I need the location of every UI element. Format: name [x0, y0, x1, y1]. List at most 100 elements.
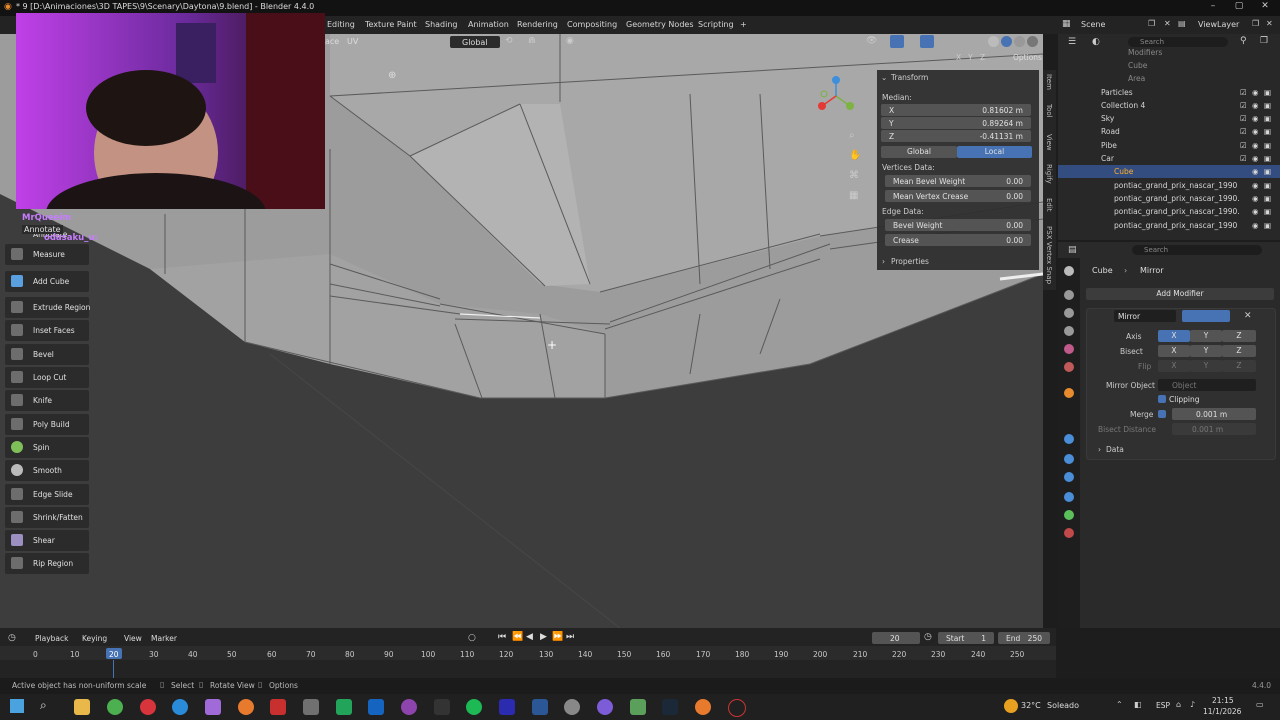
app-icon[interactable]	[401, 699, 417, 715]
tab-view[interactable]: View	[1045, 134, 1053, 151]
tab-rigify[interactable]: Rigify	[1045, 164, 1053, 184]
tab-geometry-nodes[interactable]: Geometry Nodes	[626, 20, 693, 29]
render-tab-icon[interactable]	[1064, 290, 1074, 300]
eye-icon[interactable]: ◉	[1252, 167, 1259, 176]
bisect-x-toggle[interactable]: X	[1158, 345, 1190, 357]
delete-scene-icon[interactable]: ✕	[1164, 19, 1171, 28]
eye-icon[interactable]: ◉	[1252, 221, 1259, 230]
app-icon[interactable]	[205, 699, 221, 715]
visibility-checkbox-icon[interactable]: ☑	[1240, 114, 1247, 123]
word-icon[interactable]	[532, 699, 548, 715]
tab-compositing[interactable]: Compositing	[567, 20, 617, 29]
tab-scripting[interactable]: Scripting	[698, 20, 734, 29]
photos-icon[interactable]	[303, 699, 319, 715]
outliner-row-selected[interactable]: Cube ◉ ▣	[1058, 165, 1280, 178]
prev-keyframe-icon[interactable]: ⏪	[512, 632, 523, 642]
steam-icon[interactable]	[662, 699, 678, 715]
temperature[interactable]: 32°C	[1021, 701, 1041, 710]
tool-add-cube[interactable]: Add Cube	[5, 271, 89, 292]
next-keyframe-icon[interactable]: ⏩	[552, 632, 563, 642]
modifier-close-icon[interactable]: ✕	[1244, 311, 1252, 321]
camera-icon[interactable]: ▣	[1264, 181, 1271, 190]
3d-cursor-icon[interactable]: ⊕	[388, 70, 396, 81]
transform-orientation-dropdown[interactable]: Global	[450, 36, 500, 48]
merge-checkbox[interactable]	[1158, 410, 1166, 418]
properties-search[interactable]: Search	[1132, 245, 1262, 255]
tab-shading[interactable]: Shading	[425, 20, 458, 29]
vegas-icon[interactable]	[368, 699, 384, 715]
tool-shrink-fatten[interactable]: Shrink/Fatten	[5, 507, 89, 528]
expand-icon[interactable]: ›	[882, 257, 885, 266]
bisect-y-toggle[interactable]: Y	[1190, 345, 1222, 357]
axis-x-toggle[interactable]: X	[1158, 330, 1190, 342]
transform-header[interactable]: Transform	[891, 73, 928, 82]
close-button[interactable]: ✕	[1252, 1, 1278, 15]
properties-editor-icon[interactable]: ▤	[1068, 245, 1077, 255]
outliner-row[interactable]: Area	[1058, 72, 1280, 85]
tray-arrow-icon[interactable]: ⌃	[1116, 700, 1123, 709]
new-collection-icon[interactable]: ❐	[1260, 36, 1268, 46]
marker-menu[interactable]: Marker	[151, 634, 177, 643]
visibility-icon[interactable]: 👁	[866, 36, 877, 46]
outliner-row[interactable]: pontiac_grand_prix_nascar_1990 ◉ ▣	[1058, 179, 1280, 192]
rendered-shading-button[interactable]	[1027, 36, 1038, 47]
tab-editing[interactable]: Editing	[327, 20, 355, 29]
play-reverse-icon[interactable]: ◀	[526, 632, 533, 642]
windows-start-icon[interactable]	[10, 699, 24, 713]
app-icon[interactable]	[630, 699, 646, 715]
outliner-row[interactable]: pontiac_grand_prix_nascar_1990 ◉ ▣	[1058, 219, 1280, 232]
tab-rendering[interactable]: Rendering	[517, 20, 558, 29]
maximize-button[interactable]: ▢	[1226, 1, 1252, 15]
tool-rip-region[interactable]: Rip Region	[5, 553, 89, 574]
edge-icon[interactable]	[172, 699, 188, 715]
crease-field[interactable]: Crease 0.00	[885, 234, 1031, 246]
add-workspace-button[interactable]: +	[740, 20, 747, 29]
network-icon[interactable]: ⌂	[1176, 700, 1181, 709]
keying-menu[interactable]: Keying	[82, 634, 107, 643]
scene-tab-icon[interactable]	[1064, 344, 1074, 354]
material-shading-button[interactable]	[1014, 36, 1025, 47]
flip-y-toggle[interactable]: Y	[1190, 360, 1222, 372]
modifier-tab-icon[interactable]	[1064, 434, 1074, 444]
eye-icon[interactable]: ◉	[1252, 194, 1259, 203]
record-icon[interactable]: ○	[468, 633, 476, 643]
camera-icon[interactable]: ▣	[1264, 154, 1271, 163]
chrome-icon[interactable]	[107, 699, 123, 715]
tab-tool[interactable]: Tool	[1045, 104, 1053, 118]
tool-knife[interactable]: Knife	[5, 390, 89, 411]
bevel-weight-field[interactable]: Bevel Weight 0.00	[885, 219, 1031, 231]
settings-icon[interactable]	[564, 699, 580, 715]
new-scene-icon[interactable]: ❐	[1148, 19, 1155, 28]
clipping-checkbox[interactable]	[1158, 395, 1166, 403]
search-icon[interactable]: ⌕	[40, 698, 47, 713]
modifier-name-field[interactable]: Mirror	[1114, 310, 1176, 322]
outliner-row[interactable]: Modifiers	[1058, 46, 1280, 59]
camera-icon[interactable]: ▣	[1264, 88, 1271, 97]
properties-header[interactable]: Properties	[891, 257, 929, 266]
bisect-z-toggle[interactable]: Z	[1222, 345, 1256, 357]
tab-edit[interactable]: Edit	[1045, 198, 1053, 212]
tray-icons[interactable]: ◧	[1134, 700, 1142, 709]
flip-z-toggle[interactable]: Z	[1222, 360, 1256, 372]
output-tab-icon[interactable]	[1064, 308, 1074, 318]
minimize-button[interactable]: –	[1200, 1, 1226, 15]
timeline-editor-icon[interactable]: ◷	[8, 633, 16, 643]
outliner-row[interactable]: Collection 4 ☑ ◉ ▣	[1058, 99, 1280, 112]
new-layer-icon[interactable]: ❐	[1252, 19, 1259, 28]
play-icon[interactable]: ▶	[540, 632, 547, 642]
blender-active-icon[interactable]	[695, 699, 711, 715]
mean-bevel-weight-field[interactable]: Mean Bevel Weight 0.00	[885, 175, 1031, 187]
flip-x-toggle[interactable]: X	[1158, 360, 1190, 372]
particles-tab-icon[interactable]	[1064, 454, 1074, 464]
tool-spin[interactable]: Spin	[5, 437, 89, 458]
wireframe-shading-button[interactable]	[988, 36, 999, 47]
view-layer-name[interactable]: ViewLayer	[1198, 20, 1239, 29]
filter-icon[interactable]: ⚲	[1240, 36, 1247, 46]
pan-hand-icon[interactable]: ✋	[849, 150, 861, 161]
add-modifier-button[interactable]: Add Modifier	[1086, 288, 1274, 300]
mirror-z-toggle[interactable]: Z	[980, 53, 985, 62]
tab-psx-vertex-snap[interactable]: PSX Vertex Snap	[1045, 226, 1053, 284]
tool-shear[interactable]: Shear	[5, 530, 89, 551]
current-frame-field[interactable]: 20	[872, 632, 920, 644]
camera-icon[interactable]: ▣	[1264, 101, 1271, 110]
